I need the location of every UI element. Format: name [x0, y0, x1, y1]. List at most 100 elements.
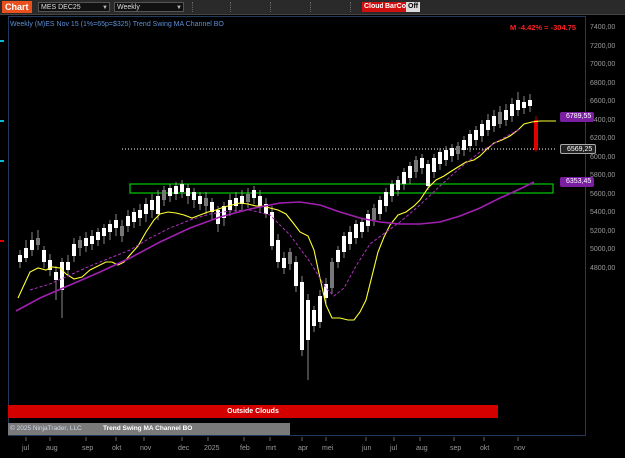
candle-body [306, 300, 310, 340]
price-tag-lower-ma: 6353,45 [560, 177, 595, 187]
price-chart-svg [15, 92, 556, 441]
candle-body [126, 216, 130, 226]
candle-body [60, 262, 64, 290]
candle-body [288, 252, 292, 264]
candle-body [390, 184, 394, 196]
chart-title: Weekly (M)ES Nov 15 (1%=65p=$325) Trend … [10, 21, 224, 28]
price-axis-label: 7000,00 [590, 61, 616, 68]
time-axis-label: nov [514, 445, 526, 452]
time-axis-label: feb [240, 445, 250, 452]
candle-body [252, 190, 256, 198]
price-axis-label: 6000,00 [590, 153, 616, 161]
candle-body [450, 148, 454, 156]
time-axis-label: aug [416, 445, 428, 452]
time-axis-label: apr [298, 445, 309, 452]
candle-body [144, 204, 148, 214]
candle-body [90, 236, 94, 244]
candle-body [396, 180, 400, 190]
candle-body [378, 200, 382, 214]
candle-body [138, 210, 142, 218]
time-axis-label: mei [322, 445, 334, 452]
candle-body [24, 248, 28, 258]
candle-body [102, 228, 106, 236]
candle-body [120, 226, 124, 236]
candle-body [528, 100, 532, 106]
candle-body [438, 152, 442, 164]
time-axis-label: sep [82, 445, 94, 452]
price-axis-label: 5400,00 [590, 209, 616, 216]
candle-body [186, 188, 190, 196]
price-axis-label: 5000,00 [590, 246, 616, 253]
candle-body [78, 240, 82, 248]
candle-body [348, 232, 352, 244]
candle-body [108, 224, 112, 232]
candle-body [300, 282, 304, 350]
time-axis-label: sep [450, 445, 462, 452]
candle-body [456, 146, 460, 154]
price-axis-label: 6800,00 [590, 79, 616, 87]
price-tag-last: 6569,25 [560, 144, 597, 154]
time-axis-label: dec [178, 445, 190, 452]
candle-body [402, 172, 406, 184]
candle-body [282, 258, 286, 268]
candle-body [474, 130, 478, 140]
candle-body [42, 250, 46, 262]
time-axis-label: nov [140, 445, 152, 452]
candle-body [54, 272, 58, 280]
candle-body [492, 116, 496, 126]
candle-body [420, 158, 424, 168]
candle-body [480, 124, 484, 136]
time-axis-label: aug [46, 445, 58, 452]
candle-body [204, 198, 208, 206]
candle-body [114, 220, 118, 228]
indicator-bar: © 2025 NinjaTrader, LLC Trend Swing MA C… [8, 423, 290, 435]
candle-body [360, 222, 364, 232]
candle-body [258, 196, 262, 206]
time-axis-label: okt [112, 445, 122, 452]
price-axis-label: 7200,00 [590, 42, 616, 50]
time-axis-label: 2025 [204, 445, 220, 452]
candle-body [270, 212, 274, 246]
yellow-ma-line [17, 120, 556, 321]
purple-ma-line [15, 181, 535, 312]
candle-body [66, 262, 70, 270]
candle-body [372, 208, 376, 220]
time-axis-label: jul [390, 445, 398, 452]
candle-body [150, 200, 154, 210]
candle-body [534, 120, 538, 150]
candle-body [132, 212, 136, 222]
candle-body [72, 244, 76, 256]
candle-body [414, 160, 418, 172]
price-tag-upper-ma: 6789,55 [560, 112, 595, 122]
candle-body [432, 158, 436, 172]
time-axis-label: jun [362, 445, 372, 452]
candle-body [192, 192, 196, 200]
candle-body [276, 240, 280, 262]
breakout-box [129, 183, 554, 194]
candle-body [498, 112, 502, 124]
candle-body [468, 134, 472, 146]
candle-body [30, 240, 34, 250]
candle-body [96, 232, 100, 240]
candle-body [504, 110, 508, 120]
price-axis-label: 5200,00 [590, 227, 616, 235]
candle-body [486, 120, 490, 130]
candle-body [342, 236, 346, 252]
candle-body [294, 262, 298, 286]
candle-body [198, 196, 202, 204]
candle-body [354, 224, 358, 238]
candle-body [312, 310, 316, 326]
candle-body [330, 262, 334, 288]
candle-body [18, 255, 22, 262]
price-axis-label: 7400,00 [590, 24, 616, 31]
candle-body [84, 238, 88, 246]
price-axis-label: 5600,00 [590, 190, 616, 198]
candle-body [384, 192, 388, 206]
time-axis-label: mrt [266, 445, 277, 452]
candle-body [336, 250, 340, 262]
time-axis-label: okt [480, 445, 490, 452]
candle-body [462, 140, 466, 150]
candle-body [522, 102, 526, 108]
candle-body [180, 184, 184, 192]
candle-body [444, 150, 448, 160]
